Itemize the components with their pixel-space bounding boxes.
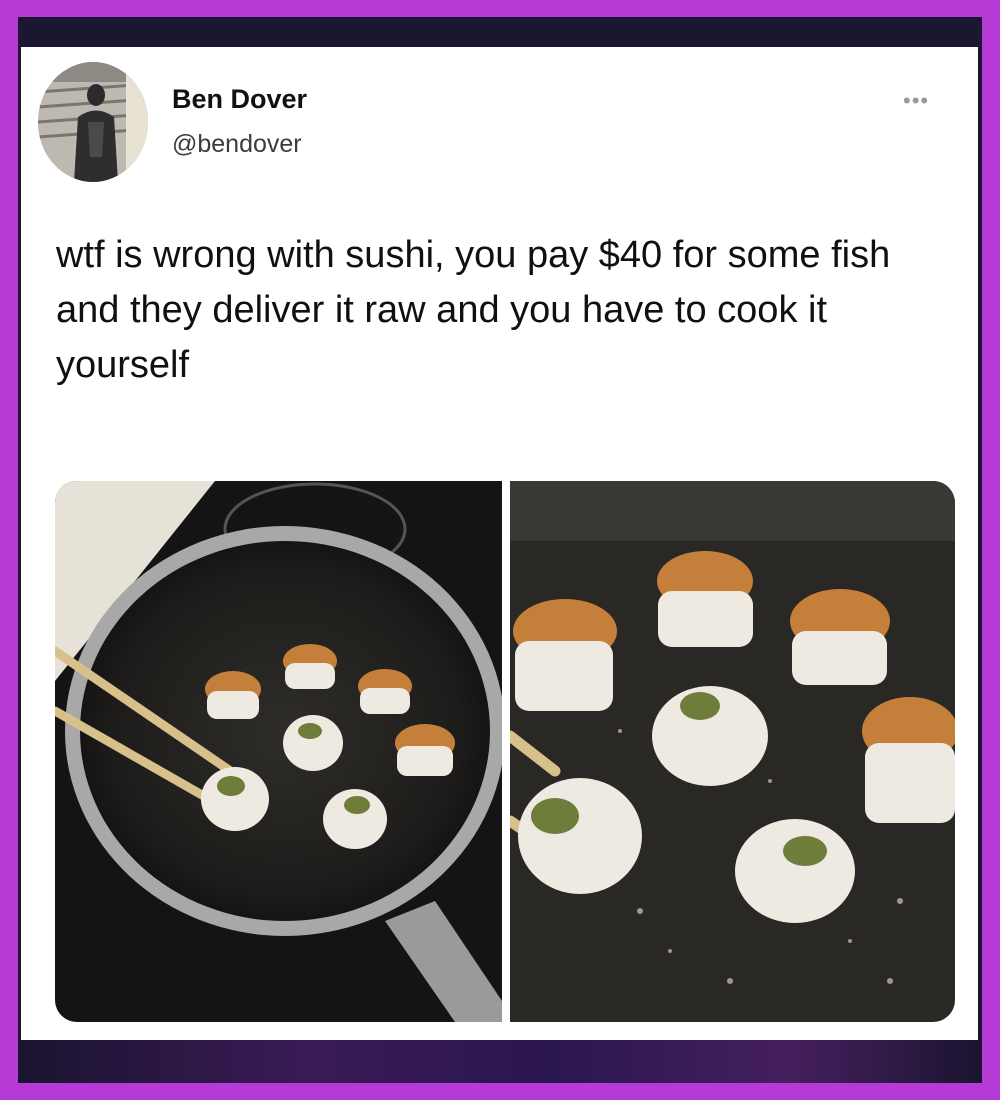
author-name[interactable]: Ben Dover bbox=[172, 84, 307, 115]
ellipsis-icon[interactable]: ••• bbox=[903, 88, 929, 114]
frame-bottom-strip bbox=[18, 1040, 982, 1083]
sushi-pan-photo-1[interactable] bbox=[55, 481, 502, 1022]
avatar[interactable] bbox=[38, 62, 148, 182]
sushi-pan-photo-2[interactable] bbox=[510, 481, 955, 1022]
avatar-image bbox=[38, 62, 148, 182]
author-handle[interactable]: @bendover bbox=[172, 130, 302, 159]
tweet-text: wtf is wrong with sushi, you pay $40 for… bbox=[56, 234, 891, 386]
